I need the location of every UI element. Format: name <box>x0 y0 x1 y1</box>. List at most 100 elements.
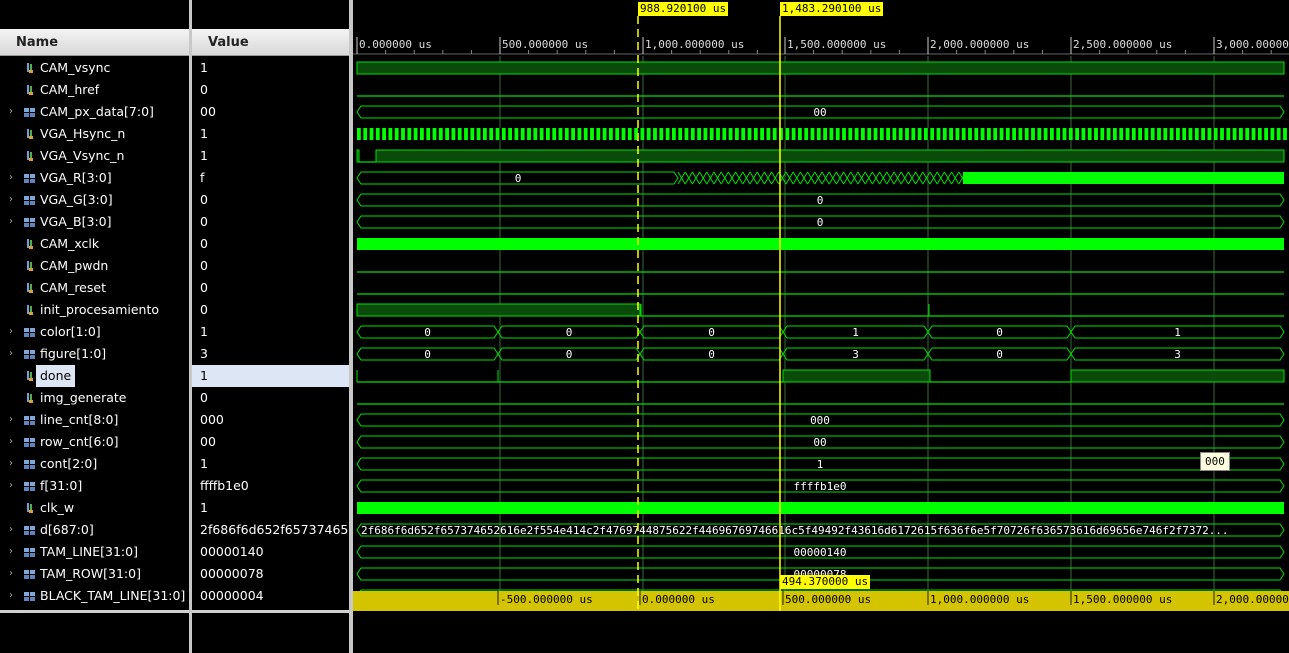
signal-value[interactable]: 1 <box>192 453 349 475</box>
signal-row[interactable]: › VGA_B[3:0] <box>0 211 189 233</box>
expand-chevron-icon[interactable]: › <box>9 409 13 431</box>
signal-value[interactable]: ffffb1e0 <box>192 475 349 497</box>
expand-chevron-icon[interactable]: › <box>9 211 13 233</box>
signal-value[interactable]: 00000004 <box>192 585 349 607</box>
vga-r-transition <box>814 171 823 185</box>
signal-value[interactable]: 0 <box>192 211 349 233</box>
signal-row[interactable]: CAM_reset <box>0 277 189 299</box>
signal-value[interactable]: 1 <box>192 365 349 387</box>
hsync-pulse <box>357 128 361 140</box>
signal-name: VGA_G[3:0] <box>40 192 113 207</box>
vga-r-transition <box>857 171 866 185</box>
delta-ruler-label: 500.000000 us <box>785 593 871 606</box>
hsync-pulse <box>420 128 424 140</box>
vga-r-transition <box>850 171 859 185</box>
bit-signal-icon <box>27 283 33 293</box>
signal-value[interactable]: 1 <box>192 497 349 519</box>
hsync-pulse <box>716 128 720 140</box>
hsync-pulse <box>722 128 727 140</box>
hsync-pulse <box>1075 128 1079 140</box>
signal-value[interactable]: 0 <box>192 189 349 211</box>
hsync-pulse <box>1131 128 1136 140</box>
waveform-canvas[interactable]: 0.000000 us 500.000000 us 1,000.000000 us 1… <box>353 0 1289 653</box>
hsync-pulse <box>546 128 550 140</box>
hsync-pulse <box>558 128 563 140</box>
signal-row[interactable]: › d[687:0] <box>0 519 189 541</box>
signal-row[interactable]: › VGA_R[3:0] <box>0 167 189 189</box>
expand-chevron-icon[interactable]: › <box>9 343 13 365</box>
signal-row[interactable]: › TAM_LINE[31:0] <box>0 541 189 563</box>
signal-row[interactable]: CAM_pwdn <box>0 255 189 277</box>
signal-row[interactable]: › f[31:0] <box>0 475 189 497</box>
expand-chevron-icon[interactable]: › <box>9 101 13 123</box>
hsync-pulse <box>1213 128 1218 140</box>
cursor-delta-label: 494.370000 us <box>780 575 871 589</box>
signal-value[interactable]: 0 <box>192 79 349 101</box>
vga-r-transition <box>835 171 845 185</box>
signal-value[interactable]: 2f686f6d652f65737465 <box>192 519 349 541</box>
bus-signal-icon <box>24 416 35 425</box>
signal-row[interactable]: clk_w <box>0 497 189 519</box>
signal-value[interactable]: 0 <box>192 233 349 255</box>
waveform-viewer[interactable]: 0.000000 us 500.000000 us 1,000.000000 us 1… <box>353 0 1289 653</box>
signal-row[interactable]: › CAM_px_data[7:0] <box>0 101 189 123</box>
signal-row[interactable]: › BLACK_TAM_LINE[31:0] <box>0 585 189 607</box>
signal-value[interactable]: 0 <box>192 255 349 277</box>
signal-value[interactable]: 0 <box>192 387 349 409</box>
expand-chevron-icon[interactable]: › <box>9 519 13 541</box>
hsync-pulse <box>451 128 456 140</box>
signal-row[interactable]: › VGA_G[3:0] <box>0 189 189 211</box>
value-column-header[interactable]: Value <box>192 29 349 56</box>
signal-row[interactable]: VGA_Vsync_n <box>0 145 189 167</box>
delta-ruler-label: 2,000.00000 <box>1216 593 1289 606</box>
signal-row[interactable]: init_procesamiento <box>0 299 189 321</box>
signal-value[interactable]: 00 <box>192 431 349 453</box>
expand-chevron-icon[interactable]: › <box>9 321 13 343</box>
signal-value[interactable]: 00000140 <box>192 541 349 563</box>
signal-value[interactable]: 1 <box>192 57 349 79</box>
signal-row[interactable]: VGA_Hsync_n <box>0 123 189 145</box>
signal-row[interactable]: CAM_xclk <box>0 233 189 255</box>
signal-row[interactable]: › line_cnt[8:0] <box>0 409 189 431</box>
expand-chevron-icon[interactable]: › <box>9 563 13 585</box>
signal-row[interactable]: › row_cnt[6:0] <box>0 431 189 453</box>
name-column-header[interactable]: Name <box>0 29 189 56</box>
signal-row[interactable]: › color[1:0] <box>0 321 189 343</box>
signal-name: figure[1:0] <box>40 346 107 361</box>
signal-row[interactable]: › cont[2:0] <box>0 453 189 475</box>
hsync-pulse <box>1276 128 1281 140</box>
signal-row[interactable]: › figure[1:0] <box>0 343 189 365</box>
hsync-pulse <box>804 128 809 140</box>
expand-chevron-icon[interactable]: › <box>9 431 13 453</box>
hsync-pulse <box>508 128 512 140</box>
expand-chevron-icon[interactable]: › <box>9 453 13 475</box>
expand-chevron-icon[interactable]: › <box>9 167 13 189</box>
signal-value[interactable]: 0 <box>192 299 349 321</box>
cursor-1-label[interactable]: 988.920100 us <box>638 2 729 16</box>
vga-r-transition <box>943 171 953 185</box>
signal-value[interactable]: 1 <box>192 145 349 167</box>
signal-row[interactable]: img_generate <box>0 387 189 409</box>
signal-value[interactable]: 00 <box>192 101 349 123</box>
signal-value[interactable]: 000 <box>192 409 349 431</box>
signal-value[interactable]: 3 <box>192 343 349 365</box>
bus-value-label: 2f686f6d652f657374652616e2f554e414c2f476… <box>361 524 1229 537</box>
cursor-2-label[interactable]: 1,483.290100 us <box>780 2 884 16</box>
signal-row[interactable]: › TAM_ROW[31:0] <box>0 563 189 585</box>
expand-chevron-icon[interactable]: › <box>9 541 13 563</box>
vga-r-transition <box>886 171 895 185</box>
delta-ruler-footer <box>353 611 1289 653</box>
hsync-pulse <box>470 128 475 140</box>
signal-row[interactable]: done <box>0 365 189 387</box>
signal-value[interactable]: 1 <box>192 123 349 145</box>
signal-value[interactable]: 00000078 <box>192 563 349 585</box>
signal-value[interactable]: 0 <box>192 277 349 299</box>
expand-chevron-icon[interactable]: › <box>9 585 13 607</box>
expand-chevron-icon[interactable]: › <box>9 475 13 497</box>
signal-row[interactable]: CAM_vsync <box>0 57 189 79</box>
signal-row[interactable]: CAM_href <box>0 79 189 101</box>
signal-value[interactable]: 1 <box>192 321 349 343</box>
signal-value[interactable]: f <box>192 167 349 189</box>
expand-chevron-icon[interactable]: › <box>9 189 13 211</box>
hsync-pulse <box>1188 128 1193 140</box>
